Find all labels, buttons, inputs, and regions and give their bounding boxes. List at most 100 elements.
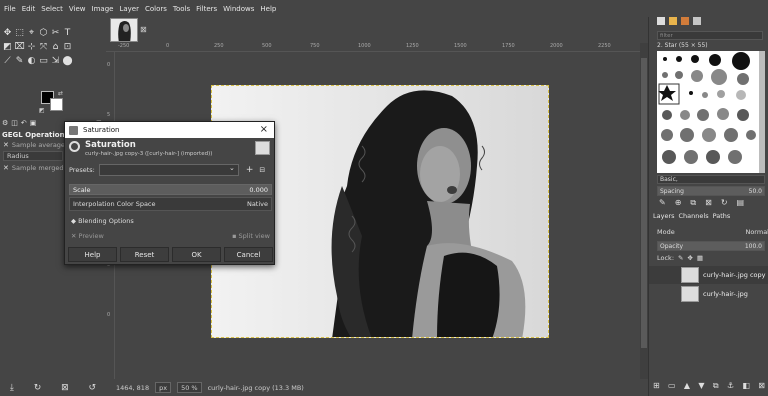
rect-select-tool-icon[interactable]: ⬚ [14, 27, 25, 40]
lower-layer-icon[interactable]: ▼ [698, 381, 704, 391]
menu-select[interactable]: Select [41, 5, 63, 13]
fuzzy-select-tool-icon[interactable]: ⌖ [26, 27, 37, 40]
close-icon[interactable]: × [260, 124, 268, 135]
pencil-tool-icon[interactable]: ✎ [14, 55, 25, 68]
tab-channels[interactable]: Channels [679, 212, 709, 220]
text-tool-icon[interactable]: T [62, 27, 73, 40]
reset-button[interactable]: Reset [120, 247, 169, 262]
images-tab-icon[interactable]: ▣ [30, 119, 37, 127]
layer-row[interactable]: curly-hair-.jpg [649, 285, 768, 303]
preview-checkbox[interactable]: ✕ Preview [71, 232, 104, 240]
lock-position-icon[interactable]: ✥ [687, 254, 692, 262]
zoom-select[interactable]: 50 % [177, 382, 202, 393]
save-options-icon[interactable]: ⤓ [10, 383, 14, 393]
background-color-swatch[interactable] [50, 98, 63, 111]
zoom-tool-icon[interactable]: ⬤ [62, 55, 73, 68]
opacity-slider[interactable]: Opacity 100.0 [657, 241, 765, 251]
dodge-tool-icon[interactable]: ◐ [26, 55, 37, 68]
new-brush-icon[interactable]: ⊕ [675, 198, 682, 208]
duplicate-layer-icon[interactable]: ⧉ [713, 381, 719, 391]
patterns-tab-icon[interactable] [669, 17, 677, 25]
move-tool-icon[interactable]: ✥ [2, 27, 13, 40]
tool-options-tab-icon[interactable]: ⚙ [2, 119, 8, 127]
spacing-slider[interactable]: Spacing 50.0 [657, 186, 765, 196]
cancel-button[interactable]: Cancel [224, 247, 273, 262]
menu-image[interactable]: Image [92, 5, 114, 13]
preset-menu-icon[interactable]: ⊟ [259, 166, 265, 174]
reset-options-icon[interactable]: ↺ [89, 383, 97, 393]
brush-tag-select[interactable]: Basic, [657, 175, 765, 184]
interpolation-color-space-select[interactable]: Interpolation Color Space Native [69, 197, 272, 211]
menu-edit[interactable]: Edit [22, 5, 36, 13]
paintbrush-tool-icon[interactable]: ⟋ [2, 55, 13, 68]
add-preset-icon[interactable]: + [246, 165, 254, 175]
perspective-tool-icon[interactable]: ⤧ [38, 41, 49, 54]
bucket-fill-tool-icon[interactable]: ⌂ [50, 41, 61, 54]
raise-layer-icon[interactable]: ▲ [684, 381, 690, 391]
reset-colors-icon[interactable]: ◩ [39, 107, 45, 114]
device-status-tab-icon[interactable]: ◫ [11, 119, 18, 127]
image-tab-thumbnail[interactable] [110, 18, 138, 42]
brush-grid[interactable] [657, 51, 759, 173]
refresh-brushes-icon[interactable]: ↻ [721, 198, 728, 208]
checkbox-icon[interactable]: ✕ [3, 141, 9, 149]
paths-tool-icon[interactable]: ⊹ [26, 41, 37, 54]
menu-help[interactable]: Help [260, 5, 276, 13]
checkbox-icon[interactable]: ✕ [3, 164, 9, 172]
menu-layer[interactable]: Layer [119, 5, 139, 13]
canvas-vertical-scrollbar[interactable] [640, 43, 648, 379]
restore-options-icon[interactable]: ↻ [34, 383, 42, 393]
sample-merged-option[interactable]: ✕ Sample merged [3, 164, 63, 172]
menu-filters[interactable]: Filters [196, 5, 217, 13]
scale-value: 0.000 [249, 186, 268, 194]
new-group-icon[interactable]: ▭ [668, 381, 676, 391]
scissors-tool-icon[interactable]: ✂ [50, 27, 61, 40]
brushes-tab-icon[interactable] [657, 17, 665, 25]
menu-colors[interactable]: Colors [145, 5, 167, 13]
tab-layers[interactable]: Layers [653, 212, 675, 220]
tab-paths[interactable]: Paths [713, 212, 731, 220]
swap-colors-icon[interactable]: ⇄ [58, 90, 63, 97]
close-tab-icon[interactable]: ⊠ [140, 25, 147, 34]
undo-history-tab-icon[interactable]: ↶ [21, 119, 27, 127]
duplicate-brush-icon[interactable]: ⧉ [690, 198, 696, 208]
menu-view[interactable]: View [69, 5, 86, 13]
fonts-tab-icon[interactable] [681, 17, 689, 25]
layer-row[interactable]: curly-hair-.jpg copy [649, 266, 768, 284]
delete-layer-icon[interactable]: ⊠ [758, 381, 765, 391]
unified-transform-tool-icon[interactable]: ⌧ [14, 41, 25, 54]
radius-field[interactable]: Radius [3, 151, 63, 161]
document-history-tab-icon[interactable] [693, 17, 701, 25]
scrollbar-thumb[interactable] [641, 58, 647, 348]
menu-tools[interactable]: Tools [173, 5, 190, 13]
brush-to-image-icon[interactable]: ▤ [737, 198, 745, 208]
pointer-coords: 1464, 818 [116, 383, 150, 392]
edit-brush-icon[interactable]: ✎ [659, 198, 666, 208]
delete-brush-icon[interactable]: ⊠ [705, 198, 712, 208]
presets-select[interactable] [98, 164, 239, 176]
unit-select[interactable]: px [155, 382, 172, 393]
menu-file[interactable]: File [4, 5, 16, 13]
gradient-tool-icon[interactable]: ⊡ [62, 41, 73, 54]
sample-average-option[interactable]: ✕ Sample average [3, 141, 65, 149]
dialog-titlebar[interactable]: Saturation × [65, 122, 274, 138]
brush-grid-scrollbar[interactable] [759, 51, 765, 173]
scale-slider[interactable]: Scale 0.000 [69, 184, 272, 195]
mask-layer-icon[interactable]: ◧ [742, 381, 750, 391]
split-view-checkbox[interactable]: ▪ Split view [232, 232, 270, 240]
color-picker-tool-icon[interactable]: ⇲ [50, 55, 61, 68]
crop-tool-icon[interactable]: ⬡ [38, 27, 49, 40]
anchor-layer-icon[interactable]: ⚓ [727, 381, 734, 391]
warp-tool-icon[interactable]: ◩ [2, 41, 13, 54]
eraser-tool-icon[interactable]: ▭ [38, 55, 49, 68]
brush-filter-input[interactable]: filter [657, 31, 763, 40]
delete-options-icon[interactable]: ⊠ [61, 383, 69, 393]
ok-button[interactable]: OK [172, 247, 221, 262]
menu-windows[interactable]: Windows [223, 5, 254, 13]
lock-alpha-icon[interactable]: ▦ [697, 254, 703, 262]
help-button[interactable]: Help [68, 247, 117, 262]
mode-select[interactable]: Normal [745, 228, 768, 236]
blending-options-expander[interactable]: ◆ Blending Options [71, 217, 134, 225]
new-layer-icon[interactable]: ⊞ [653, 381, 660, 391]
lock-pixels-icon[interactable]: ✎ [678, 254, 683, 262]
